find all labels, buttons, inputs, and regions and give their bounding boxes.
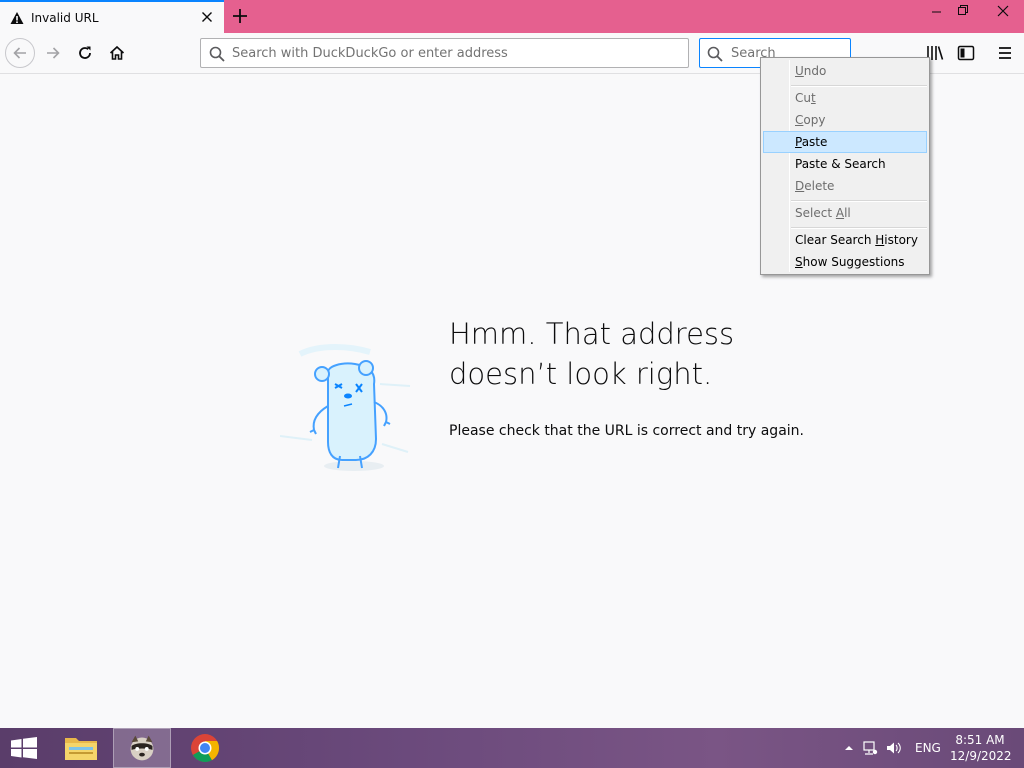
menu-item-copy[interactable]: Copy [763,109,927,131]
firefox-icon[interactable] [113,728,171,768]
menu-item-undo[interactable]: Undo [763,60,927,82]
reload-button[interactable] [70,38,100,68]
menu-item-show-suggestions[interactable]: Show Suggestions [763,251,927,273]
menu-item-select-all[interactable]: Select All [763,202,927,224]
tab-title: Invalid URL [31,11,99,25]
clock-time: 8:51 AM [955,733,1005,747]
new-tab-icon[interactable] [230,6,250,26]
menu-item-delete[interactable]: Delete [763,175,927,197]
search-context-menu: Undo Cut Copy Paste Paste & Search Delet… [760,57,930,275]
address-input[interactable] [232,44,672,62]
search-icon [707,46,723,62]
error-title-line-2: doesn’t look right. [449,357,713,391]
system-clock[interactable]: 8:51 AM 12/9/2022 [950,732,1012,764]
menu-item-clear-search-history[interactable]: Clear Search History [763,229,927,251]
home-icon [109,45,125,60]
menu-item-select-all-label: Select All [795,206,851,220]
back-button[interactable] [5,38,35,68]
taskbar: ENG 8:51 AM 12/9/2022 [0,728,1024,768]
menu-item-paste-label: Paste [795,135,828,149]
menu-item-paste-and-search[interactable]: Paste & Search [763,153,927,175]
reload-icon [79,46,91,59]
home-button[interactable] [102,38,132,68]
chrome-icon[interactable] [176,728,234,768]
confused-critter-illustration [280,344,411,471]
hamburger-menu-icon[interactable] [995,43,1015,63]
search-icon [209,46,225,62]
windows-start-icon[interactable] [0,728,48,768]
close-window-icon[interactable] [983,0,1023,22]
sidebar-icon[interactable] [956,43,976,63]
input-language[interactable]: ENG [915,741,941,755]
close-tab-icon[interactable] [199,9,215,25]
menu-item-paste-and-search-label: Paste & Search [795,157,886,171]
error-title-line-1: Hmm. That address [449,317,735,351]
menu-item-undo-accel: U [795,64,804,78]
menu-item-show-suggestions-label: Show Suggestions [795,255,905,269]
menu-item-clear-search-history-label: Clear Search History [795,233,918,247]
back-arrow-icon [13,47,26,59]
file-explorer-icon[interactable] [52,728,110,768]
menu-item-delete-label: Delete [795,179,835,193]
clock-date: 12/9/2022 [950,749,1012,763]
menu-item-cut-label: Cut [795,91,816,105]
menu-item-paste[interactable]: Paste [763,131,927,153]
warning-icon [10,12,24,24]
show-hidden-icons-icon[interactable] [840,740,858,756]
menu-item-cut[interactable]: Cut [763,87,927,109]
restore-window-icon[interactable] [945,0,979,22]
network-icon[interactable] [861,740,879,756]
forward-arrow-icon [47,47,60,59]
error-title: Hmm. That address doesn’t look right. [449,314,849,394]
menu-item-copy-label: Copy [795,113,826,127]
volume-icon[interactable] [885,740,903,756]
address-bar[interactable] [200,38,689,68]
forward-button[interactable] [38,38,68,68]
error-description: Please check that the URL is correct and… [449,423,804,439]
tab-invalid-url[interactable]: Invalid URL [0,0,224,33]
tab-strip: Invalid URL [0,0,1024,33]
menu-item-undo-rest: ndo [803,64,827,78]
